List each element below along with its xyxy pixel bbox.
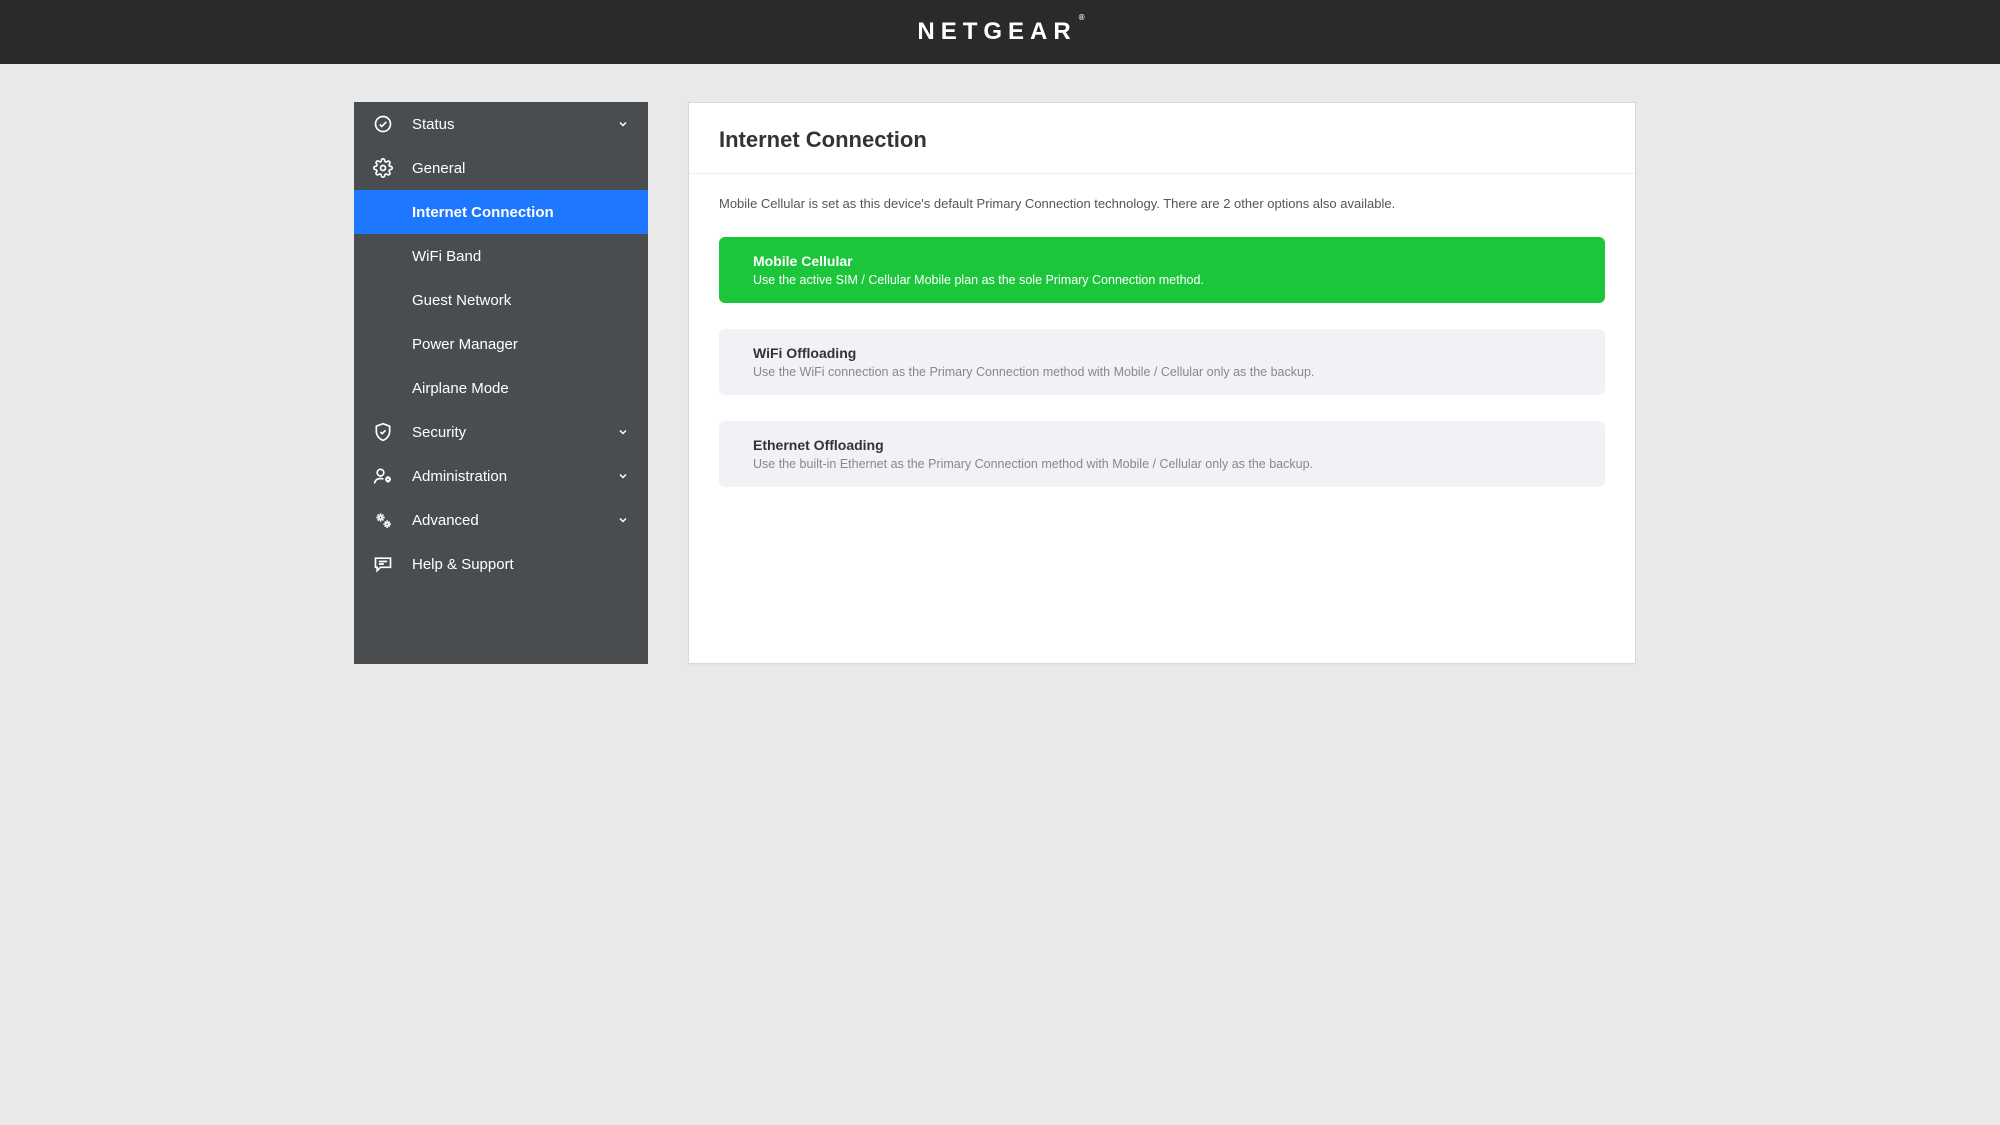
- option-ethernet-offloading[interactable]: Ethernet Offloading Use the built-in Eth…: [719, 421, 1605, 487]
- option-desc: Use the WiFi connection as the Primary C…: [753, 365, 1571, 379]
- sidebar-sub-label: Power Manager: [412, 336, 518, 353]
- sidebar-sub-airplane-mode[interactable]: Airplane Mode: [354, 366, 648, 410]
- chevron-down-icon: [616, 469, 630, 483]
- sidebar-item-advanced[interactable]: Advanced: [354, 498, 648, 542]
- option-title: WiFi Offloading: [753, 345, 1571, 361]
- intro-text: Mobile Cellular is set as this device's …: [719, 196, 1605, 211]
- sidebar-item-label: Security: [412, 424, 616, 441]
- option-desc: Use the built-in Ethernet as the Primary…: [753, 457, 1571, 471]
- chevron-down-icon: [616, 425, 630, 439]
- page-wrap: Status General Internet Connection Wi: [0, 64, 2000, 664]
- sidebar: Status General Internet Connection Wi: [354, 102, 648, 664]
- status-icon: [372, 113, 394, 135]
- page-title: Internet Connection: [719, 127, 1605, 153]
- card-body: Mobile Cellular is set as this device's …: [689, 174, 1635, 523]
- option-title: Ethernet Offloading: [753, 437, 1571, 453]
- sidebar-item-label: Status: [412, 116, 616, 133]
- sidebar-sub-label: Internet Connection: [412, 204, 554, 221]
- sidebar-sub-internet-connection[interactable]: Internet Connection: [354, 190, 648, 234]
- option-desc: Use the active SIM / Cellular Mobile pla…: [753, 273, 1571, 287]
- sidebar-item-label: Advanced: [412, 512, 616, 529]
- sidebar-sub-power-manager[interactable]: Power Manager: [354, 322, 648, 366]
- shield-icon: [372, 421, 394, 443]
- sidebar-sub-label: WiFi Band: [412, 248, 481, 265]
- main-card: Internet Connection Mobile Cellular is s…: [688, 102, 1636, 664]
- sidebar-item-security[interactable]: Security: [354, 410, 648, 454]
- sidebar-item-label: General: [412, 160, 630, 177]
- topbar: NETGEAR®: [0, 0, 2000, 64]
- sidebar-sub-wifi-band[interactable]: WiFi Band: [354, 234, 648, 278]
- gears-icon: [372, 509, 394, 531]
- card-header: Internet Connection: [689, 103, 1635, 174]
- sidebar-item-label: Help & Support: [412, 556, 630, 573]
- gear-icon: [372, 157, 394, 179]
- sidebar-item-general[interactable]: General: [354, 146, 648, 190]
- brand-r: ®: [1079, 13, 1085, 22]
- sidebar-item-help-support[interactable]: Help & Support: [354, 542, 648, 586]
- sidebar-sub-label: Guest Network: [412, 292, 511, 309]
- sidebar-item-status[interactable]: Status: [354, 102, 648, 146]
- brand-logo: NETGEAR®: [917, 18, 1082, 46]
- chevron-down-icon: [616, 117, 630, 131]
- layout: Status General Internet Connection Wi: [0, 102, 2000, 664]
- sidebar-sub-label: Airplane Mode: [412, 380, 509, 397]
- option-title: Mobile Cellular: [753, 253, 1571, 269]
- chevron-down-icon: [616, 513, 630, 527]
- sidebar-sub-guest-network[interactable]: Guest Network: [354, 278, 648, 322]
- option-wifi-offloading[interactable]: WiFi Offloading Use the WiFi connection …: [719, 329, 1605, 395]
- sidebar-item-administration[interactable]: Administration: [354, 454, 648, 498]
- sidebar-item-label: Administration: [412, 468, 616, 485]
- brand-text: NETGEAR: [917, 18, 1076, 45]
- chat-icon: [372, 553, 394, 575]
- option-mobile-cellular[interactable]: Mobile Cellular Use the active SIM / Cel…: [719, 237, 1605, 303]
- user-gear-icon: [372, 465, 394, 487]
